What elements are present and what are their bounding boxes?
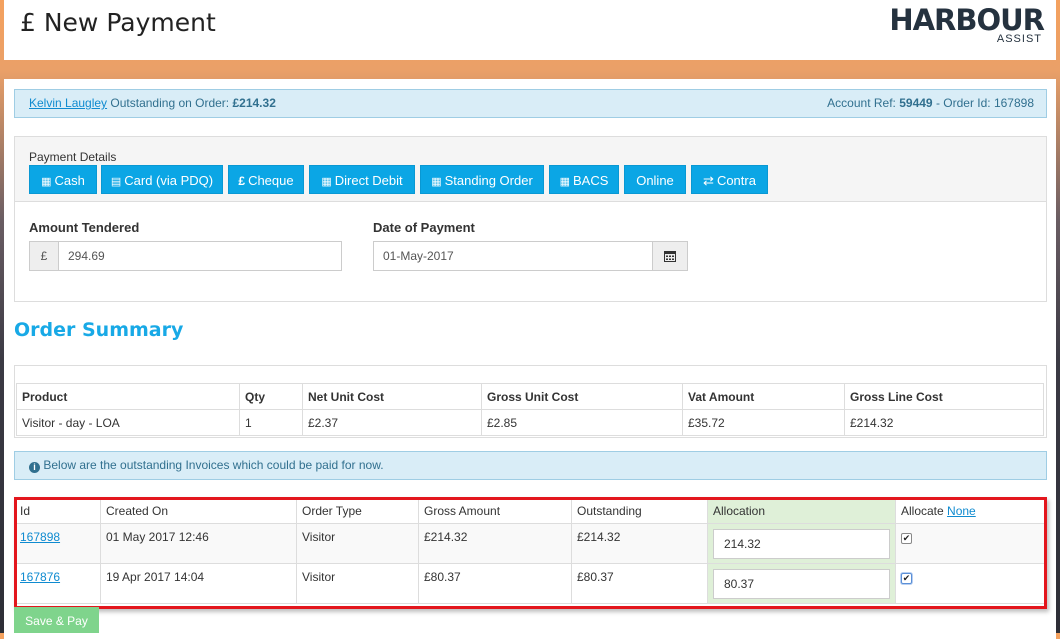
product-cell: Visitor - day - LOA — [16, 409, 240, 436]
allocation-input[interactable]: 214.32 — [713, 529, 890, 559]
calendar-icon — [664, 251, 676, 262]
gross-line-cost-cell: £214.32 — [844, 409, 1044, 436]
order-summary-title: Order Summary — [14, 319, 184, 341]
invoices-notice-bar: i Below are the outstanding Invoices whi… — [14, 451, 1047, 480]
column-header: Order Type — [296, 498, 419, 524]
date-of-payment-label: Date of Payment — [373, 220, 475, 235]
invoices-header-row: Id Created On Order Type Gross Amount Ou… — [14, 498, 1047, 524]
cheque-button[interactable]: £ Cheque — [228, 165, 304, 194]
outstanding-cell: £80.37 — [571, 563, 708, 604]
allocate-checkbox[interactable]: ✔ — [901, 533, 912, 544]
invoice-id-link[interactable]: 167898 — [20, 530, 60, 544]
column-header: Created On — [100, 498, 297, 524]
column-header: Gross Unit Cost — [481, 383, 683, 410]
card-button[interactable]: ▤ Card (via PDQ) — [101, 165, 223, 194]
customer-link[interactable]: Kelvin Laugley — [29, 96, 107, 110]
payment-panel: Payment Details ▦ Cash ▤ Card (via PDQ) £ C… — [14, 136, 1047, 302]
pound-icon: £ — [238, 174, 246, 188]
order-type-cell: Visitor — [296, 523, 419, 564]
payment-details-label: Payment Details — [29, 150, 117, 164]
column-header: Outstanding — [571, 498, 708, 524]
invoice-id-link[interactable]: 167876 — [20, 570, 60, 584]
table-row: 167898 01 May 2017 12:46 Visitor £214.32… — [14, 523, 1047, 564]
order-type-cell: Visitor — [296, 563, 419, 604]
allocation-input[interactable]: 80.37 — [713, 569, 890, 599]
qty-cell: 1 — [239, 409, 303, 436]
account-ref-value: 59449 — [899, 96, 933, 110]
bacs-button[interactable]: ▦ BACS — [549, 165, 619, 194]
created-on-cell: 01 May 2017 12:46 — [100, 523, 297, 564]
order-summary-table: Product Qty Net Unit Cost Gross Unit Cos… — [16, 383, 1044, 436]
main-content: Kelvin Laugley Outstanding on Order: £21… — [4, 79, 1056, 639]
allocate-checkbox[interactable]: ✔ — [901, 573, 912, 584]
column-header: Gross Line Cost — [844, 383, 1044, 410]
account-ref-label: Account Ref: — [827, 96, 896, 110]
calendar-picker-button[interactable] — [652, 241, 688, 271]
calendar-icon: ▦ — [559, 176, 570, 188]
column-header: Allocation — [707, 498, 896, 524]
direct-debit-button[interactable]: ▦ Direct Debit — [309, 165, 415, 194]
cash-button[interactable]: ▦ Cash — [29, 165, 97, 194]
allocate-header: Allocate None — [895, 498, 1047, 524]
table-row: 167876 19 Apr 2017 14:04 Visitor £80.37 … — [14, 563, 1047, 604]
top-bar: £ New Payment HARBOUR ASSIST — [4, 0, 1056, 60]
allocation-cell: 80.37 — [707, 563, 896, 604]
outstanding-value: £214.32 — [232, 96, 276, 110]
date-of-payment-input[interactable]: 01-May-2017 — [373, 241, 653, 271]
allocate-cell: ✔ — [895, 523, 1047, 564]
gross-unit-cost-cell: £2.85 — [481, 409, 683, 436]
outstanding-cell: £214.32 — [571, 523, 708, 564]
column-header: Product — [16, 383, 240, 410]
gross-amount-cell: £214.32 — [418, 523, 572, 564]
standing-order-button[interactable]: ▦ Standing Order — [420, 165, 544, 194]
harbour-assist-logo: HARBOUR ASSIST — [889, 3, 1045, 45]
info-icon: i — [29, 462, 40, 473]
amount-tendered-input[interactable]: 294.69 — [58, 241, 342, 271]
online-button[interactable]: Online — [624, 165, 686, 194]
order-info-bar: Kelvin Laugley Outstanding on Order: £21… — [14, 89, 1047, 118]
allocate-cell: ✔ — [895, 563, 1047, 604]
exchange-icon: ⇄ — [703, 173, 714, 188]
column-header: Gross Amount — [418, 498, 572, 524]
credit-card-icon: ▤ — [110, 176, 122, 188]
invoices-table: Id Created On Order Type Gross Amount Ou… — [14, 498, 1047, 604]
order-summary-panel: Product Qty Net Unit Cost Gross Unit Cos… — [14, 365, 1047, 438]
invoices-notice-text: Below are the outstanding Invoices which… — [43, 458, 384, 472]
allocation-cell: 214.32 — [707, 523, 896, 564]
contra-button[interactable]: ⇄ Contra — [691, 165, 768, 194]
net-unit-cost-cell: £2.37 — [302, 409, 482, 436]
created-on-cell: 19 Apr 2017 14:04 — [100, 563, 297, 604]
payment-details-header: Payment Details ▦ Cash ▤ Card (via PDQ) £ C… — [15, 137, 1046, 202]
save-and-pay-button[interactable]: Save & Pay — [14, 607, 99, 633]
vat-amount-cell: £35.72 — [682, 409, 845, 436]
page-title: £ New Payment — [20, 8, 216, 37]
calendar-icon: ▦ — [431, 176, 442, 188]
calendar-icon: ▦ — [321, 176, 332, 188]
account-info: Account Ref: 59449 - Order Id: 167898 — [827, 90, 1034, 117]
column-header: Id — [14, 498, 101, 524]
summary-header-row: Product Qty Net Unit Cost Gross Unit Cos… — [16, 383, 1044, 410]
outstanding-label: Outstanding on Order: — [110, 96, 230, 110]
table-row: Visitor - day - LOA 1 £2.37 £2.85 £35.72… — [16, 409, 1044, 436]
allocate-none-link[interactable]: None — [947, 504, 976, 518]
column-header: Net Unit Cost — [302, 383, 482, 410]
order-id-label: - Order Id: 167898 — [935, 96, 1034, 110]
currency-addon: £ — [29, 241, 59, 271]
money-icon: ▦ — [41, 176, 52, 188]
amount-tendered-label: Amount Tendered — [29, 220, 140, 235]
gross-amount-cell: £80.37 — [418, 563, 572, 604]
column-header: Vat Amount — [682, 383, 845, 410]
column-header: Qty — [239, 383, 303, 410]
